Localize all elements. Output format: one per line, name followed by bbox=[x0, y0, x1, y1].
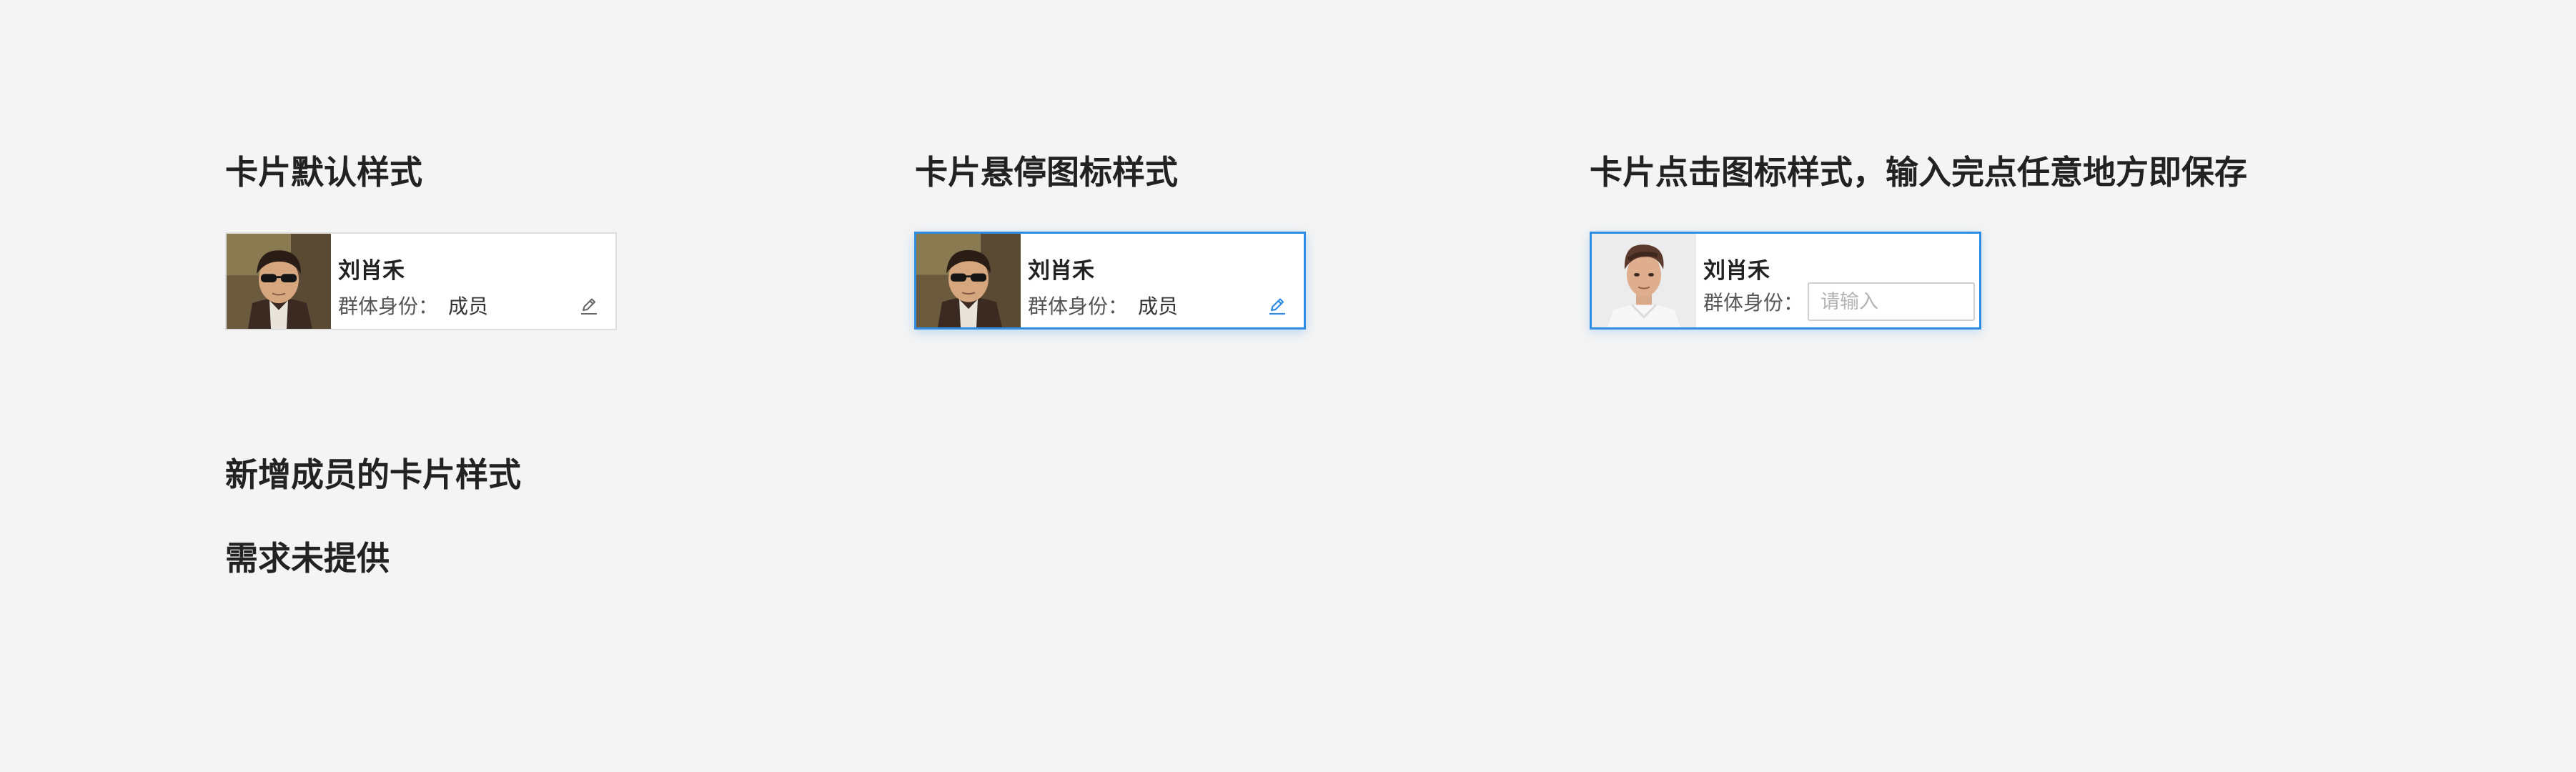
section-title-hover: 卡片悬停图标样式 bbox=[915, 154, 1178, 191]
avatar bbox=[1592, 234, 1696, 327]
card-body: 刘肖禾 群体身份： 成员 bbox=[331, 234, 615, 329]
role-row: 群体身份： bbox=[1703, 282, 1976, 321]
card-body: 刘肖禾 群体身份： 成员 bbox=[1021, 234, 1304, 327]
role-label: 群体身份： bbox=[1703, 292, 1804, 314]
member-card-hover[interactable]: 刘肖禾 群体身份： 成员 bbox=[914, 232, 1306, 330]
member-name: 刘肖禾 bbox=[1028, 258, 1094, 283]
member-card-default[interactable]: 刘肖禾 群体身份： 成员 bbox=[225, 232, 617, 330]
pencil-edit-icon[interactable] bbox=[578, 295, 600, 317]
role-label: 群体身份： bbox=[1028, 295, 1129, 317]
section-title-new-member: 新增成员的卡片样式 bbox=[225, 456, 521, 493]
avatar bbox=[916, 234, 1021, 327]
pencil-edit-icon[interactable] bbox=[1267, 295, 1288, 317]
member-name: 刘肖禾 bbox=[338, 258, 405, 283]
role-label: 群体身份： bbox=[338, 295, 439, 317]
section-title-edit: 卡片点击图标样式，输入完点任意地方即保存 bbox=[1590, 154, 2247, 191]
section-title-default: 卡片默认样式 bbox=[225, 154, 422, 191]
role-row: 群体身份： 成员 bbox=[1028, 291, 1178, 320]
new-member-note: 需求未提供 bbox=[225, 540, 390, 577]
role-row: 群体身份： 成员 bbox=[338, 291, 488, 320]
member-name: 刘肖禾 bbox=[1703, 258, 1770, 283]
role-value: 成员 bbox=[1138, 295, 1179, 317]
member-card-edit[interactable]: 刘肖禾 群体身份： bbox=[1590, 232, 1981, 330]
avatar bbox=[227, 234, 331, 329]
role-input[interactable] bbox=[1808, 282, 1976, 321]
role-value: 成员 bbox=[448, 295, 489, 317]
card-body: 刘肖禾 群体身份： bbox=[1696, 234, 1979, 327]
